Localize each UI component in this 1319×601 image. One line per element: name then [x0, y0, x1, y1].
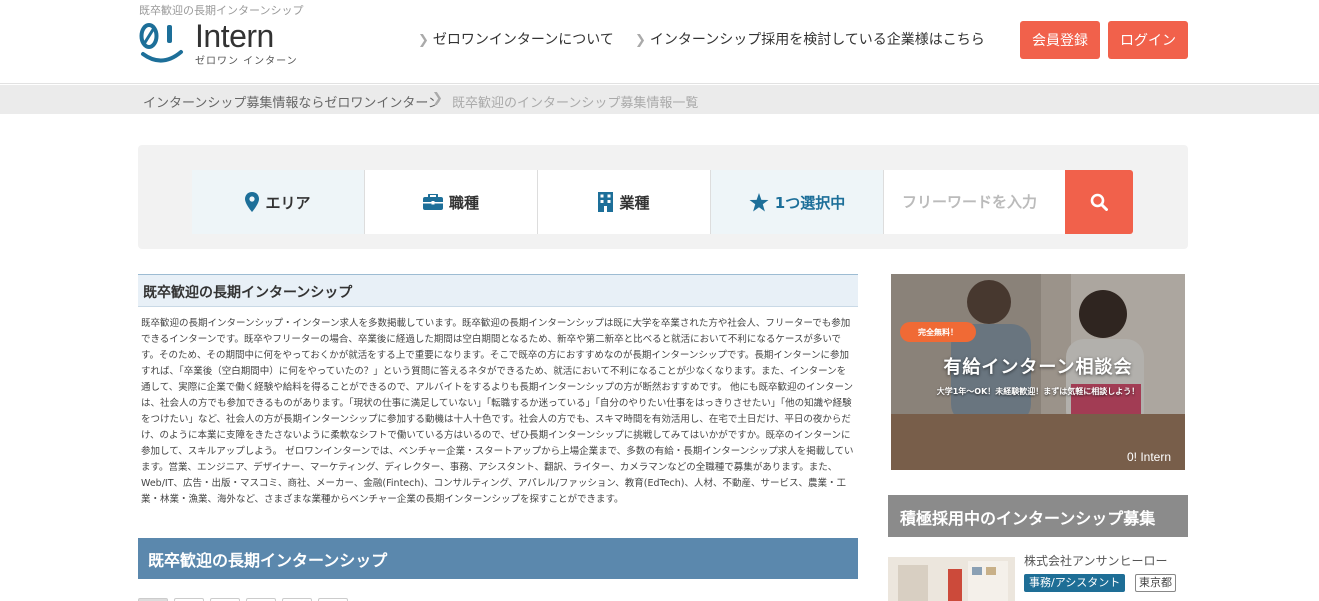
logo-text: Intern [195, 18, 274, 54]
consultation-banner[interactable]: 完全無料！ 有給インターン相談会 大学1年〜OK！未経験歓迎！まずは気軽に相談し… [891, 274, 1185, 470]
search-selected-label: 1つ選択中 [774, 193, 846, 212]
briefcase-icon [422, 194, 443, 210]
site-tagline: 既卒歓迎の長期インターンシップ [139, 4, 304, 17]
nav-for-companies[interactable]: ❯ インターンシップ採用を検討している企業様はこちら [635, 29, 985, 49]
site-header: 既卒歓迎の長期インターンシップ Intern ゼロワン インターン ❯ ゼロワンイ… [0, 0, 1319, 84]
recruiting-section-title: 積極採用中のインターンシップ募集 [888, 495, 1188, 537]
chevron-right-icon: ❯ [635, 33, 646, 48]
office-photo [888, 557, 1015, 601]
map-pin-icon [245, 192, 260, 212]
card-job-tag: 事務/アシスタント [1024, 574, 1126, 592]
breadcrumb-current: 既卒歓迎のインターンシップ募集情報一覧 [452, 96, 699, 111]
banner-subtitle: 大学1年〜OK！未経験歓迎！まずは気軽に相談しよう！ [936, 387, 1140, 396]
search-job-label: 職種 [448, 193, 479, 212]
internship-card-image[interactable] [888, 557, 1015, 601]
search-industry-button[interactable]: 業種 [538, 170, 711, 234]
nav-about-label: ゼロワンインターンについて [432, 32, 614, 48]
logo-subtext: ゼロワン インターン [195, 56, 298, 67]
nav-companies-label: インターンシップ採用を検討している企業様はこちら [649, 32, 985, 48]
section-title: 既卒歓迎の長期インターンシップ [138, 274, 858, 307]
search-icon [1090, 193, 1108, 211]
chevron-right-icon: ❯ [418, 33, 429, 48]
internship-list-title: 既卒歓迎の長期インターンシップ [138, 538, 858, 579]
zero-one-logo-icon [139, 23, 183, 63]
nav-about[interactable]: ❯ ゼロワンインターンについて [418, 29, 614, 49]
banner-title: 有給インターン相談会 [943, 357, 1133, 378]
search-area-button[interactable]: エリア [192, 170, 365, 234]
breadcrumb-home[interactable]: インターンシップ募集情報ならゼロワンインターン [143, 92, 441, 111]
building-icon [598, 192, 614, 212]
site-logo[interactable]: Intern ゼロワン インターン [139, 18, 299, 68]
card-location-tag: 東京都 [1135, 574, 1176, 592]
star-icon [749, 192, 769, 211]
chevron-right-icon: ❯ [432, 91, 443, 106]
search-button[interactable] [1065, 170, 1133, 234]
card-company-name[interactable]: 株式会社アンサンヒーロー [1024, 552, 1168, 569]
search-panel: エリア 職種 業種 1つ選択中 [138, 145, 1188, 249]
register-button[interactable]: 会員登録 [1020, 21, 1100, 59]
banner-badge: 完全無料！ [900, 322, 976, 342]
search-job-button[interactable]: 職種 [365, 170, 538, 234]
intro-text: 既卒歓迎の長期インターンシップ・インターン求人を多数掲載しています。既卒歓迎の長… [141, 318, 854, 505]
search-industry-label: 業種 [619, 193, 650, 212]
breadcrumb: インターンシップ募集情報ならゼロワンインターン ❯ 既卒歓迎のインターンシップ募… [0, 85, 1319, 114]
freeword-search-input[interactable] [884, 170, 1065, 234]
banner-logo: 0! Intern [1127, 450, 1172, 464]
search-feature-button[interactable]: 1つ選択中 [711, 170, 884, 234]
login-button[interactable]: ログイン [1108, 21, 1188, 59]
search-area-label: エリア [265, 193, 311, 212]
